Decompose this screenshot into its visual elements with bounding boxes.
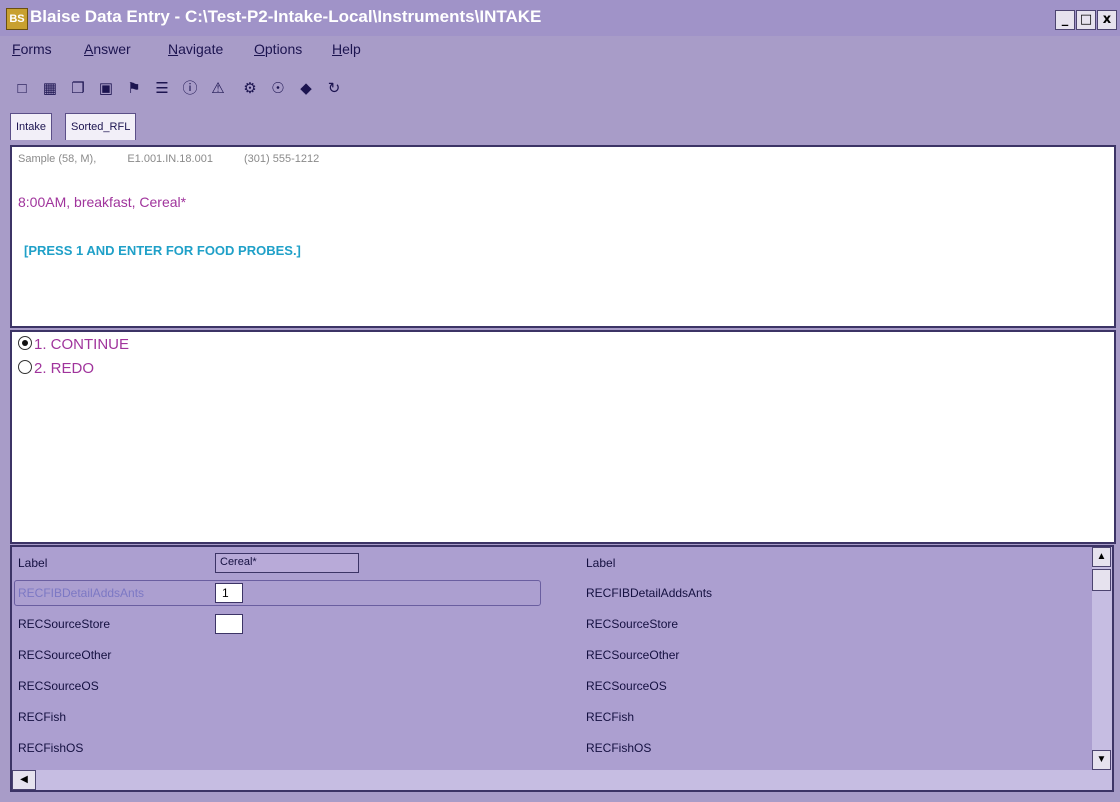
tab-sorted-rfl[interactable]: Sorted_RFL: [65, 113, 137, 140]
tab-intake[interactable]: Intake: [10, 113, 52, 140]
field-grid: Label Cereal* Label RECFIBDetailAddsAnts…: [10, 545, 1114, 792]
field-label: RECSourceStore: [18, 617, 111, 631]
menu-help[interactable]: Help: [332, 41, 361, 57]
phone-number: (301) 555-1212: [244, 153, 320, 165]
question-pane: Sample (58, M), E1.001.IN.18.001 (301) 5…: [10, 145, 1116, 328]
field-label: RECSourceOther: [18, 648, 112, 662]
horizontal-scrollbar[interactable]: ◀: [12, 770, 1092, 790]
answer-field-current[interactable]: 1: [215, 583, 243, 603]
menu-navigate[interactable]: Navigate: [168, 41, 223, 57]
answer-option-redo[interactable]: 2. REDO: [18, 360, 94, 377]
table-row[interactable]: RECSourceOS RECSourceOS: [12, 672, 1092, 700]
menu-options[interactable]: Options: [254, 41, 302, 57]
case-id: E1.001.IN.18.001: [127, 153, 213, 165]
grid-header-row: Label Cereal* Label: [12, 549, 1092, 577]
field-label-right: RECFishOS: [586, 741, 652, 755]
answer-pane: 1. CONTINUE 2. REDO: [10, 330, 1116, 544]
field-label: RECFishOS: [18, 741, 84, 755]
vertical-scrollbar[interactable]: ▲ ▼: [1092, 547, 1112, 790]
radio-selected-icon[interactable]: [18, 336, 32, 350]
menu-forms[interactable]: Forms: [12, 41, 52, 57]
copy-form-icon[interactable]: ❐: [68, 79, 88, 99]
field-label-right: RECFish: [586, 710, 635, 724]
refresh-icon[interactable]: ↻: [324, 79, 344, 99]
scroll-down-icon[interactable]: ▼: [1092, 750, 1111, 770]
grid-header-label: Label: [18, 556, 48, 570]
field-label-right: RECSourceOther: [586, 648, 680, 662]
blaise-app-icon[interactable]: BS: [6, 8, 28, 30]
save-icon[interactable]: ▣: [96, 79, 116, 99]
table-row[interactable]: RECFishOS RECFishOS: [12, 734, 1092, 762]
tag-icon[interactable]: ◆: [296, 79, 316, 99]
field-label: RECFIBDetailAddsAnts: [18, 586, 145, 600]
scroll-thumb[interactable]: [1092, 569, 1111, 591]
table-row[interactable]: RECSourceOther RECSourceOther: [12, 641, 1092, 669]
field-label: RECSourceOS: [18, 679, 99, 693]
food-context: 8:00AM, breakfast, Cereal*: [18, 194, 187, 210]
close-button[interactable]: x: [1097, 10, 1117, 30]
lookup-icon[interactable]: ☰: [152, 79, 172, 99]
window-title: Blaise Data Entry - C:\Test-P2-Intake-Lo…: [30, 7, 542, 26]
answer-option-continue[interactable]: 1. CONTINUE: [18, 336, 129, 353]
field-label-right: RECSourceStore: [586, 617, 679, 631]
minimize-button[interactable]: _: [1055, 10, 1075, 30]
table-row[interactable]: RECSourceStore RECSourceStore: [12, 610, 1092, 638]
question-help-icon[interactable]: ⓘ: [180, 79, 200, 99]
open-form-icon[interactable]: ▦: [40, 79, 60, 99]
info-icon[interactable]: ☉: [268, 79, 288, 99]
maximize-button[interactable]: □: [1076, 10, 1096, 30]
table-row[interactable]: RECFish RECFish: [12, 703, 1092, 731]
error-icon[interactable]: ⚠: [208, 79, 228, 99]
radio-empty-icon[interactable]: [18, 360, 32, 374]
menu-answer[interactable]: Answer: [84, 41, 131, 57]
field-label-right: RECFIBDetailAddsAnts: [586, 586, 713, 600]
grid-header-label-right: Label: [586, 556, 616, 570]
remark-icon[interactable]: ⚙: [240, 79, 260, 99]
field-label-right: RECSourceOS: [586, 679, 667, 693]
menu-bar: Forms Answer Navigate Options Help: [0, 37, 1120, 63]
sample-info: Sample (58, M),: [18, 153, 97, 165]
title-bar: BS Blaise Data Entry - C:\Test-P2-Intake…: [0, 0, 1120, 36]
new-form-icon[interactable]: □: [12, 79, 32, 99]
scroll-left-icon[interactable]: ◀: [12, 770, 36, 790]
table-row[interactable]: RECFIBDetailAddsAnts 1 RECFIBDetailAddsA…: [12, 579, 1092, 607]
respondent-info: Sample (58, M), E1.001.IN.18.001 (301) 5…: [18, 153, 347, 165]
grid-header-field: Cereal*: [215, 553, 359, 573]
scroll-up-icon[interactable]: ▲: [1092, 547, 1111, 567]
find-icon[interactable]: ⚑: [124, 79, 144, 99]
interviewer-instruction: [PRESS 1 AND ENTER FOR FOOD PROBES.]: [24, 243, 301, 258]
field-label: RECFish: [18, 710, 67, 724]
answer-field[interactable]: [215, 614, 243, 634]
toolbar: □ ▦ ❐ ▣ ⚑ ☰ ⓘ ⚠ ⚙ ☉ ◆ ↻: [0, 75, 1120, 105]
